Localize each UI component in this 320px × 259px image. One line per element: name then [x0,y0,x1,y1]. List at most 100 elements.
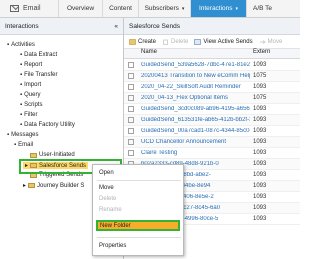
bullet-icon: ▪ [20,82,23,88]
row-external-key: 1075 [253,73,267,79]
tab-subscribers-label: Subscribers [144,5,179,12]
row-send-name[interactable]: GuidedSend_3cd0c089-ab96-4195-a656-8 [138,106,250,112]
row-checkbox[interactable] [128,128,134,134]
tree-file-transfer[interactable]: ▪ File Transfer [20,72,57,78]
tab-overview[interactable]: Overview [58,0,102,17]
row-external-key: 1093 [253,128,267,134]
bullet-icon: ▪ [20,122,23,128]
tab-content[interactable]: Content [102,0,138,17]
tree-journey-builder-sends[interactable]: ▸ Journey Builder S [23,182,85,190]
bullet-icon: ▪ [20,72,23,78]
column-name[interactable]: Name [138,49,250,58]
table-row[interactable]: 20200413 Transition to New eComm Help 107… [124,71,300,82]
row-checkbox[interactable] [128,84,134,90]
move-button[interactable]: Move [259,38,283,45]
tree-report[interactable]: ▪ Report [20,62,42,68]
tab-subscribers[interactable]: Subscribers ▾ [138,0,190,17]
email-icon [10,5,19,12]
row-send-name[interactable]: 2020_04-22_SkillSoft Audit Reminder [138,84,250,90]
collapse-toggle-icon[interactable]: ▪ [14,142,16,148]
bullet-icon: ▪ [20,102,23,108]
create-button[interactable]: Create [129,39,156,45]
move-label: Move [267,38,283,45]
menu-item-rename[interactable]: Rename [99,207,122,213]
list-header: Salesforce Sends [124,18,300,35]
menu-divider [97,180,181,181]
row-external-key: 1093 [253,183,267,189]
row-checkbox-cell [124,62,138,68]
context-menu: Open Move Delete Rename New Folder Prope… [92,164,184,256]
row-checkbox-cell [124,128,138,134]
menu-divider [97,237,181,238]
row-send-name[interactable]: 20200413 Transition to New eComm Help [138,73,250,79]
row-send-name[interactable]: GuidedSend_00a7cad1-087c-4344-85c0-5 [138,128,250,134]
create-icon [129,38,136,45]
row-send-name[interactable]: GuidedSend_539a5628-7dbc-47e1-81e2-3 [138,62,250,68]
tree-label: Journey Builder S [37,182,85,189]
collapse-toggle-icon[interactable]: ▪ [7,42,9,48]
chevron-down-icon: ▾ [235,5,239,12]
table-row[interactable]: GuidedSend_00a7cad1-087c-4344-85c0-5 1093 [124,126,300,137]
row-external-key: 1093 [253,139,267,145]
row-checkbox[interactable] [128,150,134,156]
menu-item-delete[interactable]: Delete [99,196,116,202]
row-send-name[interactable]: GuidedSend_613531fe-ab65-412b-bb2f-3 [138,117,250,123]
tree-messages[interactable]: ▪ Messages [7,132,39,138]
tree-filter[interactable]: ▪ Filter [20,112,37,118]
table-row[interactable]: GuidedSend_3cd0c089-ab96-4195-a656-8 1093 [124,104,300,115]
menu-item-move[interactable]: Move [99,185,114,191]
row-send-name[interactable]: Claire Testing [138,150,250,156]
tree-label: Email [18,142,34,148]
collapse-icon[interactable]: « [114,23,118,30]
row-checkbox[interactable] [128,117,134,123]
expand-icon[interactable]: ▸ [23,182,26,189]
column-external[interactable]: Extern [250,49,270,58]
view-active-sends-button[interactable]: View Active Sends [194,39,253,45]
delete-button[interactable]: Delete [162,39,188,45]
row-checkbox-cell [124,150,138,156]
table-row[interactable]: GuidedSend_613531fe-ab65-412b-bb2f-3 1093 [124,115,300,126]
tree-label: Data Extract [24,52,58,58]
row-checkbox[interactable] [128,62,134,68]
tree-scripts[interactable]: ▪ Scripts [20,102,42,108]
collapse-toggle-icon[interactable]: ▪ [7,132,9,138]
menu-item-new-folder[interactable]: New Folder [96,220,180,231]
row-checkbox[interactable] [128,95,134,101]
tree-query[interactable]: ▪ Query [20,92,40,98]
row-checkbox[interactable] [128,73,134,79]
table-row[interactable]: GuidedSend_539a5628-7dbc-47e1-81e2-3 1093 [124,60,300,71]
folder-icon [28,183,36,188]
tree-import[interactable]: ▪ Import [20,82,41,88]
tree-data-factory-utility[interactable]: ▪ Data Factory Utility [20,122,75,128]
table-row[interactable]: UCD Chancellor Announcement 1093 [124,137,300,148]
row-external-key: 1075 [253,95,267,101]
delete-label: Delete [171,38,189,45]
table-row[interactable]: Claire Testing 1093 [124,148,300,159]
panel-header: Interactions « [0,18,123,35]
menu-item-open[interactable]: Open [99,170,114,176]
table-row[interactable]: 2020_04-22_SkillSoft Audit Reminder 1093 [124,82,300,93]
table-row[interactable]: 2020_04-13_Flex Optional Items 1075 [124,93,300,104]
tree-label: User-Initiated [39,152,75,158]
row-send-name[interactable]: 2020_04-13_Flex Optional Items [138,95,250,101]
menu-item-properties[interactable]: Properties [99,243,126,249]
brand[interactable]: Email [0,0,58,17]
tree-label: Import [24,82,42,88]
row-checkbox[interactable] [128,139,134,145]
tab-interactions-label: Interactions [198,5,233,12]
row-external-key: 1093 [253,84,267,90]
menu-item-new-folder-label: New Folder [100,223,131,229]
tab-interactions[interactable]: Interactions ▾ [190,0,246,17]
row-send-name[interactable]: UCD Chancellor Announcement [138,139,250,145]
list-toolbar: Create Delete View Active Sends Move [124,35,300,49]
tree-email[interactable]: ▪ Email [14,142,33,148]
delete-icon [163,39,168,45]
tree-data-extract[interactable]: ▪ Data Extract [20,52,57,58]
tab-ab-testing[interactable]: A/B Te [246,0,300,17]
tree-activities[interactable]: ▪ Activities [7,42,35,48]
row-checkbox[interactable] [128,106,134,112]
tree-label: Filter [24,112,38,118]
tree-label: Data Factory Utility [24,122,75,128]
tree-user-initiated[interactable]: User-Initiated [30,152,75,158]
panel-title: Interactions [5,22,39,30]
